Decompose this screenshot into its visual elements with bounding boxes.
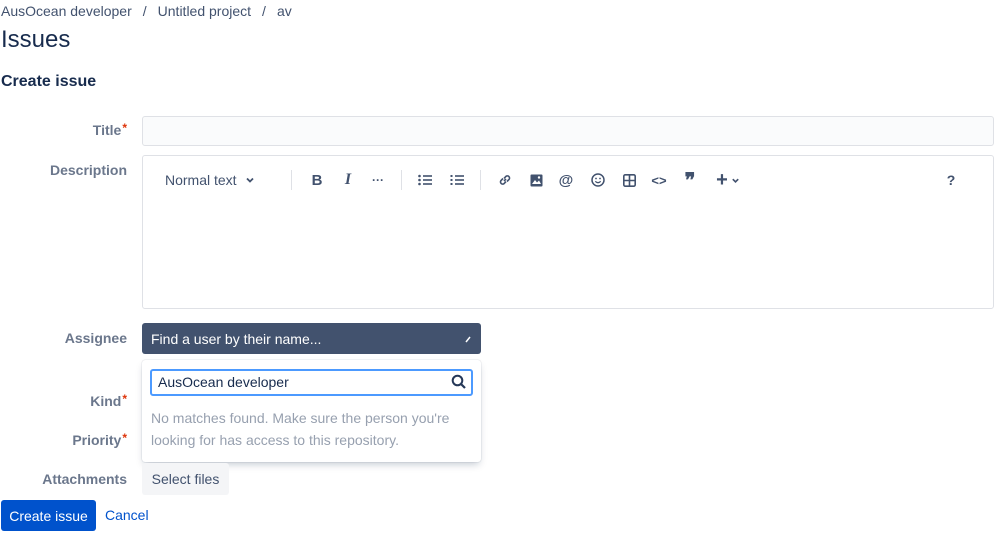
help-icon[interactable]: ?	[941, 166, 961, 194]
italic-icon[interactable]: I	[338, 166, 358, 194]
description-editor[interactable]: Normal text B I ··· @ <> ❞ + ?	[142, 155, 994, 309]
no-matches-message: No matches found. Make sure the person y…	[151, 410, 450, 448]
insert-icon: +	[716, 168, 728, 191]
assignee-label: Assignee	[64, 330, 127, 346]
user-search-value: AusOcean developer	[158, 374, 289, 390]
mention-icon[interactable]: @	[556, 166, 576, 194]
numbered-list-icon[interactable]	[447, 166, 467, 194]
select-files-button[interactable]: Select files	[142, 463, 229, 495]
breadcrumb-separator: /	[262, 3, 266, 19]
breadcrumb-separator: /	[142, 3, 147, 19]
assignee-dropdown: AusOcean developer No matches found. Mak…	[142, 360, 481, 462]
create-issue-button[interactable]: Create issue	[1, 500, 96, 531]
breadcrumb-item-repository[interactable]: av	[277, 3, 292, 19]
table-icon[interactable]	[619, 166, 639, 194]
text-style-label: Normal text	[165, 172, 237, 188]
chevron-down-icon	[732, 178, 739, 183]
assignee-placeholder: Find a user by their name...	[151, 330, 322, 347]
toolbar-divider	[291, 170, 292, 190]
kind-label: Kind*	[90, 392, 127, 409]
search-icon[interactable]	[451, 374, 467, 390]
required-marker: *	[122, 392, 127, 406]
more-icon[interactable]: ···	[368, 166, 388, 194]
bold-icon[interactable]: B	[307, 166, 327, 194]
required-marker: *	[122, 121, 127, 135]
breadcrumb-item-project[interactable]: Untitled project	[158, 3, 251, 19]
editor-toolbar: Normal text B I ··· @ <> ❞ + ?	[143, 166, 993, 194]
assignee-select[interactable]: Find a user by their name...	[142, 323, 481, 354]
image-icon[interactable]	[526, 166, 546, 194]
title-input[interactable]	[142, 116, 994, 146]
text-style-dropdown[interactable]: Normal text	[165, 166, 255, 194]
description-label: Description	[49, 162, 127, 178]
user-search-input[interactable]: AusOcean developer	[150, 369, 473, 396]
breadcrumb-item-workspace[interactable]: AusOcean developer	[1, 3, 132, 19]
cancel-link[interactable]: Cancel	[105, 507, 149, 523]
page-title: Issues	[1, 26, 71, 53]
link-icon[interactable]	[495, 166, 515, 194]
title-label: Title*	[92, 121, 127, 138]
priority-label: Priority*	[72, 431, 127, 448]
breadcrumb: AusOcean developer / Untitled project / …	[1, 3, 292, 19]
quote-icon[interactable]: ❞	[680, 166, 700, 194]
insert-menu[interactable]: +	[713, 166, 743, 194]
toolbar-divider	[480, 170, 481, 190]
code-icon[interactable]: <>	[649, 166, 669, 194]
attachments-label: Attachments	[42, 471, 127, 487]
section-title: Create issue	[1, 73, 97, 90]
toolbar-divider	[401, 170, 402, 190]
required-marker: *	[122, 431, 127, 445]
resize-handle-icon	[465, 336, 471, 342]
emoji-icon[interactable]	[588, 166, 608, 194]
chevron-down-icon	[245, 177, 254, 183]
bullet-list-icon[interactable]	[415, 166, 435, 194]
